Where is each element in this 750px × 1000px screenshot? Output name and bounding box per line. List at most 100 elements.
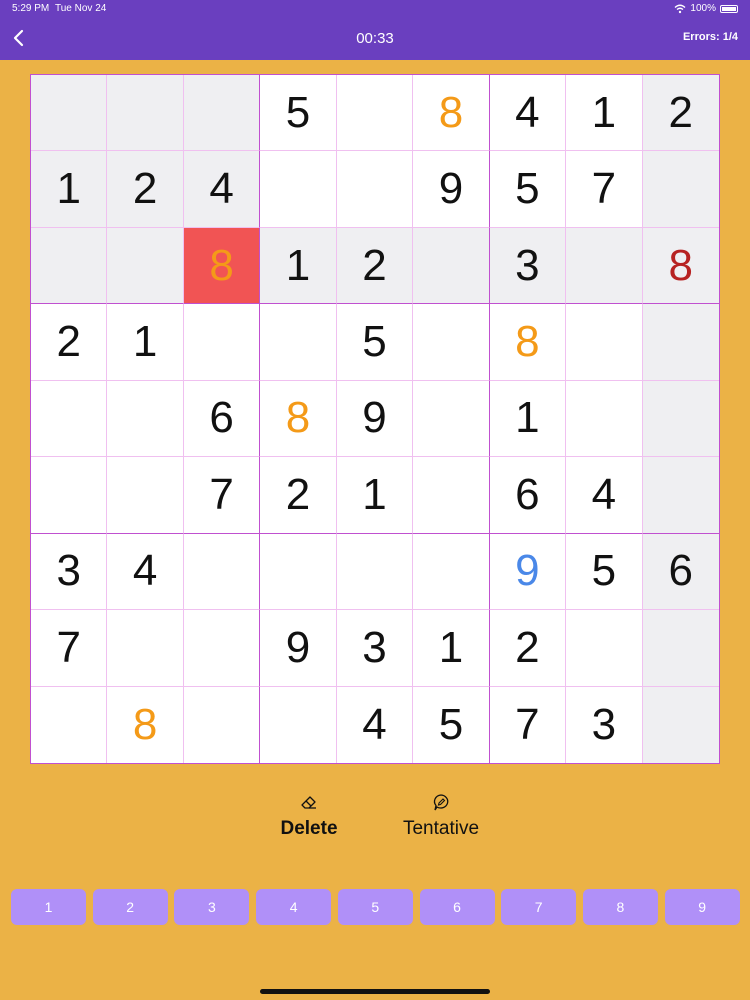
sudoku-cell-r5c4[interactable]: 8 (260, 380, 337, 458)
status-time: 5:29 PM (12, 3, 50, 14)
numpad-button-9[interactable]: 9 (664, 889, 740, 925)
sudoku-cell-r4c1[interactable]: 2 (31, 304, 108, 381)
sudoku-cell-r5c7[interactable]: 1 (489, 380, 567, 458)
sudoku-cell-r9c2[interactable]: 8 (107, 686, 184, 763)
sudoku-cell-r3c4[interactable]: 1 (260, 227, 337, 305)
sudoku-cell-r2c4[interactable] (260, 151, 337, 228)
sudoku-cell-r4c3[interactable] (183, 304, 261, 381)
sudoku-cell-r2c5[interactable] (336, 151, 414, 228)
sudoku-cell-r5c9[interactable] (642, 380, 719, 458)
sudoku-cell-r8c8[interactable] (566, 610, 643, 687)
sudoku-cell-r8c7[interactable]: 2 (489, 610, 567, 687)
sudoku-cell-r3c8[interactable] (566, 227, 643, 305)
sudoku-cell-r6c6[interactable] (413, 457, 490, 534)
numpad-button-3[interactable]: 3 (174, 889, 250, 925)
sudoku-cell-r4c7[interactable]: 8 (489, 304, 567, 381)
sudoku-cell-r6c7[interactable]: 6 (489, 457, 567, 534)
sudoku-cell-r2c9[interactable] (642, 151, 719, 228)
sudoku-cell-r1c4[interactable]: 5 (260, 75, 337, 152)
sudoku-cell-r2c1[interactable]: 1 (31, 151, 108, 228)
sudoku-cell-r4c5[interactable]: 5 (336, 304, 414, 381)
sudoku-cell-r2c6[interactable]: 9 (413, 151, 490, 228)
sudoku-cell-r7c3[interactable] (183, 533, 261, 611)
sudoku-cell-r6c9[interactable] (642, 457, 719, 534)
numpad-button-8[interactable]: 8 (582, 889, 658, 925)
sudoku-cell-r5c5[interactable]: 9 (336, 380, 414, 458)
sudoku-cell-r5c3[interactable]: 6 (183, 380, 261, 458)
sudoku-cell-r9c3[interactable] (183, 686, 261, 763)
sudoku-cell-r4c6[interactable] (413, 304, 490, 381)
sudoku-cell-r8c9[interactable] (642, 610, 719, 687)
sudoku-cell-r1c1[interactable] (31, 75, 108, 152)
sudoku-cell-r6c2[interactable] (107, 457, 184, 534)
sudoku-cell-r5c2[interactable] (107, 380, 184, 458)
sudoku-cell-r6c1[interactable] (31, 457, 108, 534)
sudoku-cell-r6c5[interactable]: 1 (336, 457, 414, 534)
numpad-button-5[interactable]: 5 (337, 889, 413, 925)
sudoku-cell-r6c3[interactable]: 7 (183, 457, 261, 534)
numpad-button-1[interactable]: 1 (11, 889, 86, 925)
sudoku-cell-r3c5[interactable]: 2 (336, 227, 414, 305)
sudoku-cell-r1c3[interactable] (183, 75, 261, 152)
sudoku-cell-r7c9[interactable]: 6 (642, 533, 719, 611)
sudoku-cell-r7c4[interactable] (260, 533, 337, 611)
sudoku-cell-r7c6[interactable] (413, 533, 490, 611)
sudoku-cell-r8c2[interactable] (107, 610, 184, 687)
sudoku-cell-r2c8[interactable]: 7 (566, 151, 643, 228)
sudoku-cell-r9c1[interactable] (31, 686, 108, 763)
battery-icon (720, 4, 738, 13)
sudoku-cell-r7c8[interactable]: 5 (566, 533, 643, 611)
sudoku-cell-r1c9[interactable]: 2 (642, 75, 719, 152)
sudoku-cell-r8c4[interactable]: 9 (260, 610, 337, 687)
sudoku-cell-r3c7[interactable]: 3 (489, 227, 567, 305)
tool-row: Delete Tentative (0, 792, 750, 852)
sudoku-cell-r3c2[interactable] (107, 227, 184, 305)
sudoku-board: 5841212495781238215868917216434956793128… (30, 74, 720, 764)
sudoku-cell-r8c3[interactable] (183, 610, 261, 687)
sudoku-cell-r8c5[interactable]: 3 (336, 610, 414, 687)
delete-button[interactable]: Delete (259, 792, 359, 840)
sudoku-cell-r6c4[interactable]: 2 (260, 457, 337, 534)
sudoku-cell-r3c9[interactable]: 8 (642, 227, 719, 305)
sudoku-cell-r4c8[interactable] (566, 304, 643, 381)
sudoku-cell-r9c7[interactable]: 7 (489, 686, 567, 763)
numpad-button-4[interactable]: 4 (256, 889, 332, 925)
sudoku-cell-r2c3[interactable]: 4 (183, 151, 261, 228)
sudoku-cell-r9c9[interactable] (642, 686, 719, 763)
sudoku-cell-r1c7[interactable]: 4 (489, 75, 567, 152)
sudoku-cell-r9c5[interactable]: 4 (336, 686, 414, 763)
sudoku-cell-r6c8[interactable]: 4 (566, 457, 643, 534)
sudoku-cell-r4c4[interactable] (260, 304, 337, 381)
number-pad: 123456789 (11, 889, 741, 925)
sudoku-cell-r3c1[interactable] (31, 227, 108, 305)
sudoku-cell-r4c9[interactable] (642, 304, 719, 381)
status-bar: 5:29 PM Tue Nov 24 100% (0, 0, 750, 18)
sudoku-cell-r9c8[interactable]: 3 (566, 686, 643, 763)
sudoku-cell-r1c5[interactable] (336, 75, 414, 152)
sudoku-cell-r4c2[interactable]: 1 (107, 304, 184, 381)
sudoku-cell-r3c3[interactable]: 8 (183, 227, 261, 305)
sudoku-cell-r8c6[interactable]: 1 (413, 610, 490, 687)
numpad-button-7[interactable]: 7 (501, 889, 577, 925)
sudoku-cell-r3c6[interactable] (413, 227, 490, 305)
sudoku-cell-r9c4[interactable] (260, 686, 337, 763)
sudoku-cell-r5c8[interactable] (566, 380, 643, 458)
sudoku-cell-r1c2[interactable] (107, 75, 184, 152)
sudoku-cell-r1c6[interactable]: 8 (413, 75, 490, 152)
nav-bar: 00:33 Errors: 1/4 (0, 18, 750, 60)
numpad-button-6[interactable]: 6 (419, 889, 495, 925)
sudoku-cell-r7c1[interactable]: 3 (31, 533, 108, 611)
sudoku-cell-r2c7[interactable]: 5 (489, 151, 567, 228)
sudoku-cell-r9c6[interactable]: 5 (413, 686, 490, 763)
sudoku-cell-r2c2[interactable]: 2 (107, 151, 184, 228)
numpad-button-2[interactable]: 2 (92, 889, 168, 925)
wifi-icon (674, 4, 686, 13)
sudoku-cell-r1c8[interactable]: 1 (566, 75, 643, 152)
tentative-button[interactable]: Tentative (391, 792, 491, 840)
sudoku-cell-r7c2[interactable]: 4 (107, 533, 184, 611)
sudoku-cell-r7c5[interactable] (336, 533, 414, 611)
sudoku-cell-r5c6[interactable] (413, 380, 490, 458)
sudoku-cell-r7c7[interactable]: 9 (489, 533, 567, 611)
sudoku-cell-r5c1[interactable] (31, 380, 108, 458)
sudoku-cell-r8c1[interactable]: 7 (31, 610, 108, 687)
